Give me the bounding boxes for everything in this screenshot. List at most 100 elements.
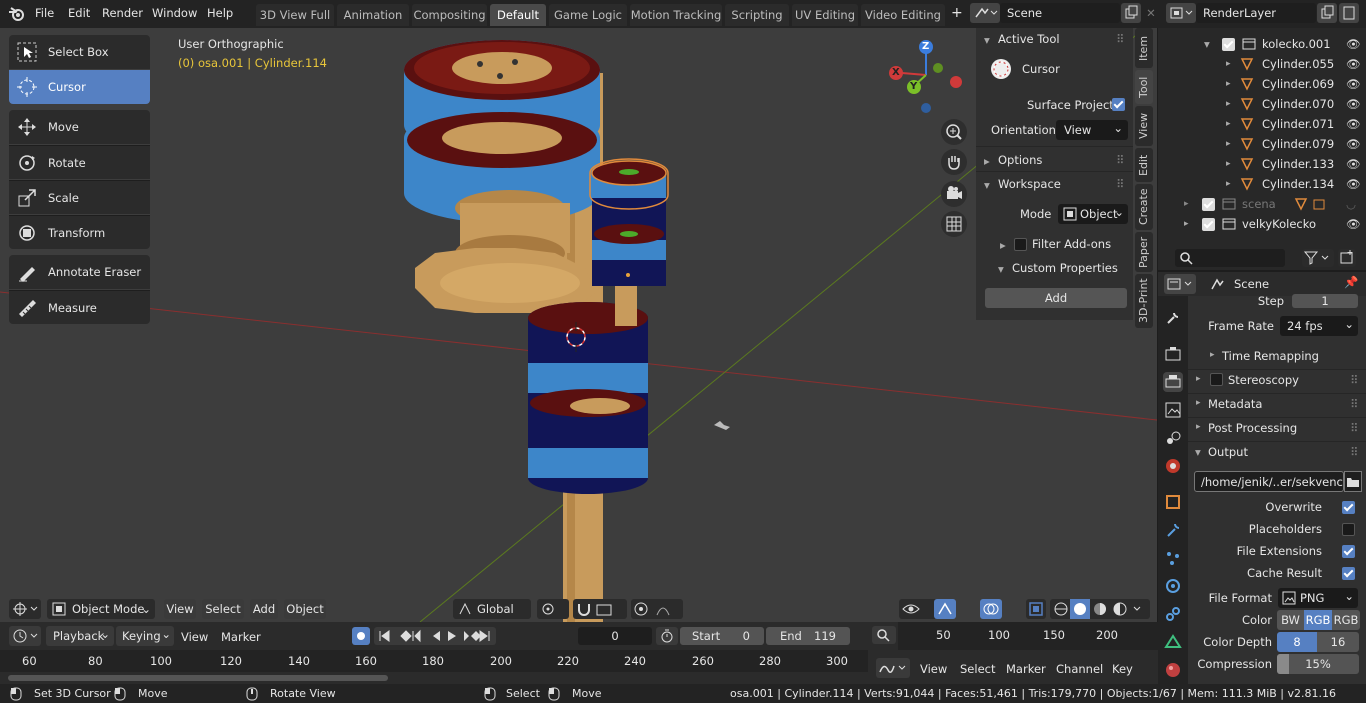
new-scene-button[interactable]	[1121, 3, 1141, 23]
menu-help[interactable]: Help	[207, 6, 233, 20]
browse-folder-button[interactable]	[1344, 471, 1362, 492]
drag-handle-icon[interactable]: ⠿	[1116, 32, 1124, 46]
overlays-toggle[interactable]	[980, 599, 1002, 619]
color-depth-8-option[interactable]: 8	[1277, 632, 1317, 652]
tab-compositing[interactable]: Compositing	[412, 4, 487, 26]
workspace-mode-dropdown[interactable]: Object ⌄	[1058, 204, 1128, 224]
outliner-row[interactable]: ▸ velkyKolecko 👁	[1158, 214, 1366, 234]
filter-button[interactable]	[1302, 249, 1334, 267]
menu-view[interactable]: View	[164, 599, 196, 619]
panel-collapse-icon[interactable]: ▾	[984, 178, 990, 192]
scene-name-field[interactable]: Scene	[1000, 3, 1120, 23]
graph-ruler[interactable]: 50 100 150 200	[898, 622, 1158, 650]
compression-slider[interactable]: 15%	[1277, 654, 1359, 674]
eye-icon[interactable]: 👁	[1346, 134, 1361, 154]
outliner-search-input[interactable]	[1175, 249, 1285, 267]
menu-select[interactable]: Select	[202, 599, 244, 619]
new-collection-button[interactable]	[1338, 249, 1356, 267]
options-panel-title[interactable]: Options	[998, 153, 1042, 167]
exclude-checkbox[interactable]	[1202, 198, 1215, 211]
tool-cursor[interactable]: Cursor	[9, 70, 150, 104]
outliner-row[interactable]: ▸ Cylinder.134 👁	[1158, 174, 1366, 194]
stereoscopy-panel-title[interactable]: Stereoscopy	[1228, 373, 1299, 387]
graph-channel-menu[interactable]: Channel	[1056, 662, 1103, 676]
outliner-row[interactable]: ▸ Cylinder.055 👁	[1158, 54, 1366, 74]
shading-mode-buttons[interactable]	[1050, 599, 1150, 619]
timeline-scrollbar[interactable]	[8, 675, 388, 681]
tab-animation[interactable]: Animation	[337, 4, 409, 26]
workspace-panel-title[interactable]: Workspace	[998, 177, 1061, 191]
cache-result-checkbox[interactable]	[1342, 567, 1355, 580]
close-scene-icon[interactable]: ✕	[1142, 3, 1160, 23]
view-layer-selector[interactable]	[1166, 3, 1196, 23]
timeline-editor-type-button[interactable]	[9, 626, 41, 646]
tool-settings-tab[interactable]	[1163, 308, 1183, 328]
new-view-layer-button[interactable]	[1317, 3, 1337, 23]
file-extensions-checkbox[interactable]	[1342, 545, 1355, 558]
expand-arrow-icon[interactable]: ▸	[1184, 214, 1189, 234]
panel-expand-icon[interactable]: ▸	[1196, 374, 1201, 384]
tab-create[interactable]: Create	[1135, 184, 1153, 230]
render-tab[interactable]	[1163, 344, 1183, 364]
view-layer-tab[interactable]	[1163, 400, 1183, 420]
timeline-ruler[interactable]: 60 80 100 120 140 160 180 200 220 240 26…	[0, 650, 868, 672]
tab-edit[interactable]: Edit	[1135, 148, 1153, 182]
active-tool-title[interactable]: Active Tool	[998, 32, 1060, 46]
graph-search-button[interactable]	[872, 626, 896, 644]
pan-button[interactable]	[941, 149, 967, 175]
world-tab[interactable]	[1163, 456, 1183, 476]
outliner-row[interactable]: ▸ Cylinder.071 👁	[1158, 114, 1366, 134]
object-tab[interactable]	[1163, 492, 1183, 512]
expand-arrow-icon[interactable]: ▸	[1226, 74, 1231, 94]
panel-expand-icon[interactable]: ▸	[1210, 350, 1215, 360]
properties-editor-type-button[interactable]	[1164, 274, 1196, 294]
auto-keying-toggle[interactable]	[352, 627, 370, 645]
eye-icon[interactable]: 👁	[1346, 214, 1361, 234]
panel-collapse-icon[interactable]: ▾	[998, 262, 1004, 276]
tab-item[interactable]: Item	[1135, 28, 1153, 68]
outliner-row[interactable]: ▸ scena ◡	[1158, 194, 1366, 214]
tab-motion-tracking[interactable]: Motion Tracking	[630, 4, 722, 26]
expand-arrow-icon[interactable]: ▸	[1226, 134, 1231, 154]
expand-arrow-icon[interactable]: ▸	[1226, 54, 1231, 74]
drag-handle-icon[interactable]: ⠿	[1350, 445, 1358, 459]
zoom-button[interactable]	[941, 119, 967, 145]
graph-editor-type-button[interactable]	[876, 658, 910, 678]
scene-tab[interactable]	[1163, 428, 1183, 448]
physics-tab[interactable]	[1163, 576, 1183, 596]
tab-3d-print[interactable]: 3D-Print	[1135, 274, 1153, 328]
constraints-tab[interactable]	[1163, 604, 1183, 624]
drag-handle-icon[interactable]: ⠿	[1350, 397, 1358, 411]
current-frame-field[interactable]: 0	[578, 627, 652, 645]
eye-icon[interactable]: 👁	[1346, 154, 1361, 174]
tool-annotate-eraser[interactable]: Annotate Eraser	[9, 255, 150, 289]
menu-file[interactable]: File	[35, 6, 54, 20]
expand-arrow-icon[interactable]: ▸	[1226, 94, 1231, 114]
outliner-row[interactable]: ▸ Cylinder.079 👁	[1158, 134, 1366, 154]
expand-arrow-icon[interactable]: ▸	[1226, 154, 1231, 174]
surface-project-checkbox[interactable]	[1112, 98, 1125, 111]
start-frame-field[interactable]: Start 0	[680, 627, 764, 645]
graph-key-menu[interactable]: Key	[1112, 662, 1133, 676]
particles-tab[interactable]	[1163, 548, 1183, 568]
material-tab[interactable]	[1163, 660, 1183, 680]
exclude-checkbox[interactable]	[1222, 38, 1235, 51]
preview-range-toggle[interactable]	[656, 627, 678, 645]
graph-select-menu[interactable]: Select	[960, 662, 995, 676]
menu-window[interactable]: Window	[152, 6, 197, 20]
scene-selector[interactable]	[970, 3, 1000, 23]
menu-render[interactable]: Render	[102, 6, 143, 20]
step-field[interactable]: 1	[1292, 294, 1358, 308]
data-tab[interactable]	[1163, 632, 1183, 652]
custom-properties-title[interactable]: Custom Properties	[1012, 261, 1118, 275]
output-panel-title[interactable]: Output	[1208, 445, 1248, 459]
blender-logo-icon[interactable]	[8, 6, 26, 22]
color-depth-16-option[interactable]: 16	[1317, 632, 1359, 652]
orientation-dropdown[interactable]: View ⌄	[1056, 120, 1128, 140]
exclude-checkbox[interactable]	[1202, 218, 1215, 231]
graph-marker-menu[interactable]: Marker	[1006, 662, 1046, 676]
modifiers-tab[interactable]	[1163, 520, 1183, 540]
eye-icon[interactable]: 👁	[1346, 174, 1361, 194]
transform-orientation-dropdown[interactable]: Global	[453, 599, 531, 619]
tool-transform[interactable]: Transform	[9, 215, 150, 249]
